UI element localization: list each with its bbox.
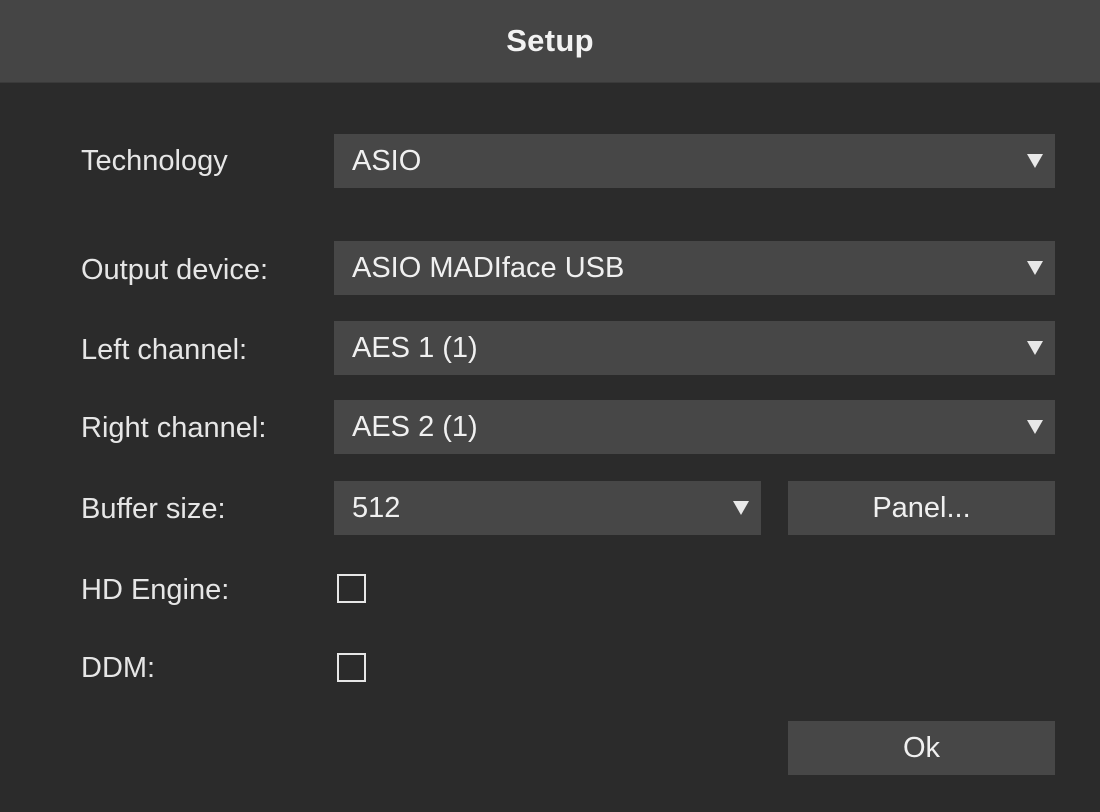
panel-button[interactable]: Panel... xyxy=(788,481,1055,535)
chevron-down-icon xyxy=(1027,261,1043,275)
right-channel-value: AES 2 (1) xyxy=(352,411,478,443)
hd-engine-checkbox[interactable] xyxy=(337,574,366,603)
dialog-title: Setup xyxy=(506,23,594,58)
chevron-down-icon xyxy=(1027,420,1043,434)
buffer-size-value: 512 xyxy=(352,492,401,524)
ddm-checkbox[interactable] xyxy=(337,653,366,682)
buffer-size-label: Buffer size: xyxy=(81,493,226,525)
ddm-label: DDM: xyxy=(81,652,156,684)
output-device-select[interactable]: ASIO MADIface USB xyxy=(334,241,1055,295)
chevron-down-icon xyxy=(733,501,749,515)
hd-engine-label: HD Engine: xyxy=(81,574,230,606)
technology-label: Technology xyxy=(81,145,228,177)
ok-button[interactable]: Ok xyxy=(788,721,1055,775)
right-channel-label: Right channel: xyxy=(81,412,267,444)
output-device-value: ASIO MADIface USB xyxy=(352,252,625,284)
title-bar[interactable]: Setup xyxy=(0,0,1100,83)
technology-select[interactable]: ASIO xyxy=(334,134,1055,188)
chevron-down-icon xyxy=(1027,154,1043,168)
right-channel-select[interactable]: AES 2 (1) xyxy=(334,400,1055,454)
buffer-size-select[interactable]: 512 xyxy=(334,481,761,535)
left-channel-label: Left channel: xyxy=(81,334,248,366)
chevron-down-icon xyxy=(1027,341,1043,355)
technology-value: ASIO xyxy=(352,145,422,177)
left-channel-select[interactable]: AES 1 (1) xyxy=(334,321,1055,375)
left-channel-value: AES 1 (1) xyxy=(352,332,478,364)
output-device-label: Output device: xyxy=(81,254,268,286)
setup-dialog: Setup Technology ASIO Output device: ASI… xyxy=(0,0,1100,812)
